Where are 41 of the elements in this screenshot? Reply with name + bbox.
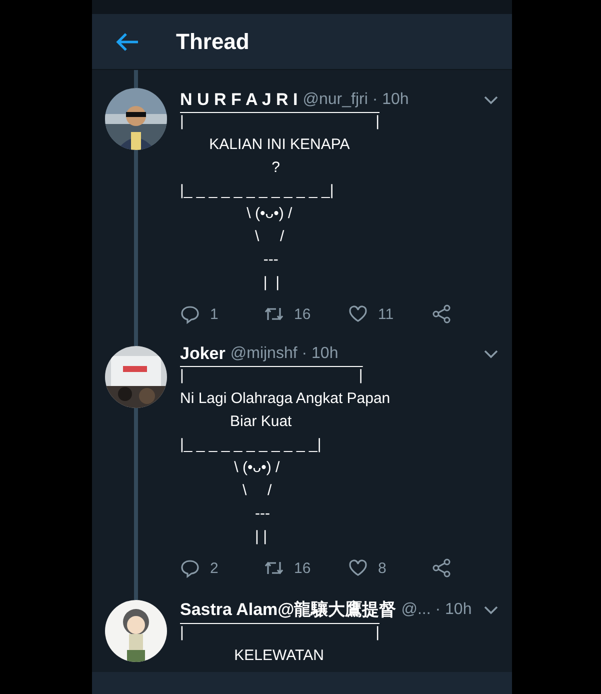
chevron-down-icon[interactable] [484, 349, 498, 359]
user-name[interactable]: Joker [180, 344, 226, 364]
reply-icon[interactable] [180, 558, 200, 578]
replies-count: 1 [210, 306, 218, 322]
tweet-text-line: \ (•ᴗ•) / [246, 204, 292, 224]
retweets-count: 16 [294, 560, 311, 576]
share-icon[interactable] [432, 304, 452, 324]
user-name[interactable]: N U R F A J R I [180, 90, 298, 110]
tweet-text-line: \ / [242, 481, 272, 501]
retweets-count: 16 [294, 306, 311, 322]
tweet-text-line: | | [180, 112, 380, 132]
tweet-text-line: --- [254, 504, 270, 524]
tweet-text-line: | | [180, 623, 380, 643]
likes-count: 8 [378, 560, 386, 576]
tweet-text-line: Biar Kuat [229, 412, 292, 432]
tweet-text-line: |_ _ _ _ _ _ _ _ _ _ _ _| [180, 181, 334, 201]
tweet-text-line: \ (•ᴗ•) / [233, 458, 280, 478]
page-title: Thread [176, 28, 250, 54]
heart-icon[interactable] [348, 558, 368, 578]
user-handle: @mijnshf · 10h [230, 345, 340, 363]
tweet-text-line: | | [262, 273, 280, 293]
tweet-text-line: --- [262, 250, 278, 270]
reply-icon[interactable] [180, 304, 200, 324]
user-name[interactable]: Sastra Alam@龍驤大鷹提督 [180, 598, 396, 621]
tweet-text-line: \ / [254, 227, 284, 247]
tweet-text-line: |_ _ _ _ _ _ _ _ _ _ _| [180, 435, 322, 455]
tweet-text-line: KALIAN INI KENAPA [208, 135, 350, 155]
tweet-text-line: KELEWATAN [233, 646, 324, 666]
tweet-text-line: | | [254, 527, 267, 547]
tweet-text-line: Ni Lagi Olahraga Angkat Papan [180, 389, 390, 409]
share-icon[interactable] [432, 558, 452, 578]
chevron-down-icon[interactable] [484, 604, 498, 614]
user-handle: @... · 10h [401, 600, 473, 618]
replies-count: 2 [210, 560, 218, 576]
chevron-down-icon[interactable] [484, 95, 498, 105]
user-handle: @nur_fjri · 10h [302, 91, 410, 109]
heart-icon[interactable] [348, 304, 368, 324]
likes-count: 11 [378, 306, 394, 322]
back-arrow-icon[interactable] [114, 30, 140, 52]
tweet-text-line: ? [270, 158, 280, 178]
tweet-text-line: | | [180, 366, 363, 386]
